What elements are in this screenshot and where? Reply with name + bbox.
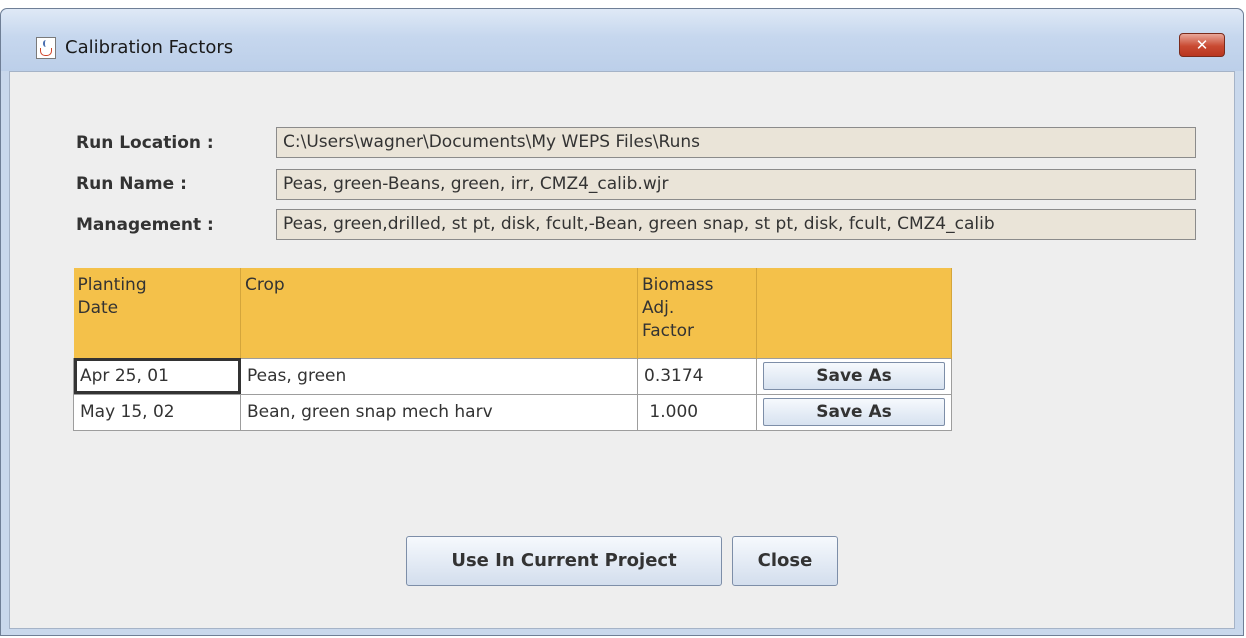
table-row: Apr 25, 01 Peas, green 0.3174 Save As bbox=[73, 357, 952, 395]
header-text: Planting bbox=[77, 275, 147, 295]
run-name-field[interactable]: Peas, green-Beans, green, irr, CMZ4_cali… bbox=[276, 169, 1196, 200]
run-name-label: Run Name : bbox=[76, 174, 187, 194]
column-header-biomass-adj-factor[interactable]: Biomass Adj. Factor bbox=[637, 268, 757, 358]
action-cell: Save As bbox=[756, 357, 952, 395]
header-text: Crop bbox=[245, 275, 285, 295]
header-text: Biomass bbox=[642, 275, 714, 295]
close-button[interactable]: Close bbox=[732, 536, 838, 586]
crop-cell[interactable]: Peas, green bbox=[240, 357, 638, 395]
action-cell: Save As bbox=[756, 393, 952, 431]
biomass-factor-cell[interactable]: 1.000 bbox=[637, 393, 757, 431]
calibration-factors-window: Calibration Factors ✕ Run Location : C:\… bbox=[0, 8, 1244, 636]
dialog-content: Run Location : C:\Users\wagner\Documents… bbox=[9, 71, 1235, 629]
column-header-action bbox=[756, 268, 952, 358]
header-text: Adj. bbox=[642, 298, 675, 318]
java-cup-icon bbox=[36, 37, 56, 59]
table-header-row: Planting Date Crop Biomass Adj. Factor bbox=[73, 268, 952, 358]
table-row: May 15, 02 Bean, green snap mech harv 1.… bbox=[73, 393, 952, 431]
run-location-field[interactable]: C:\Users\wagner\Documents\My WEPS Files\… bbox=[276, 127, 1196, 158]
planting-date-cell[interactable]: May 15, 02 bbox=[73, 393, 241, 431]
management-field[interactable]: Peas, green,drilled, st pt, disk, fcult,… bbox=[276, 209, 1196, 240]
column-header-planting-date[interactable]: Planting Date bbox=[73, 268, 241, 358]
use-in-current-project-button[interactable]: Use In Current Project bbox=[406, 536, 722, 586]
close-icon[interactable]: ✕ bbox=[1179, 33, 1225, 57]
planting-date-cell[interactable]: Apr 25, 01 bbox=[73, 357, 241, 395]
header-text: Date bbox=[77, 298, 119, 318]
biomass-factor-cell[interactable]: 0.3174 bbox=[637, 357, 757, 395]
save-as-button[interactable]: Save As bbox=[763, 362, 945, 390]
title-bar[interactable]: Calibration Factors ✕ bbox=[1, 9, 1243, 71]
run-location-label: Run Location : bbox=[76, 133, 214, 153]
save-as-button[interactable]: Save As bbox=[763, 398, 945, 426]
crop-cell[interactable]: Bean, green snap mech harv bbox=[240, 393, 638, 431]
column-header-crop[interactable]: Crop bbox=[240, 268, 638, 358]
window-title: Calibration Factors bbox=[65, 37, 234, 58]
management-label: Management : bbox=[76, 215, 214, 235]
header-text: Factor bbox=[642, 321, 695, 341]
calibration-table: Planting Date Crop Biomass Adj. Factor A… bbox=[73, 268, 952, 431]
